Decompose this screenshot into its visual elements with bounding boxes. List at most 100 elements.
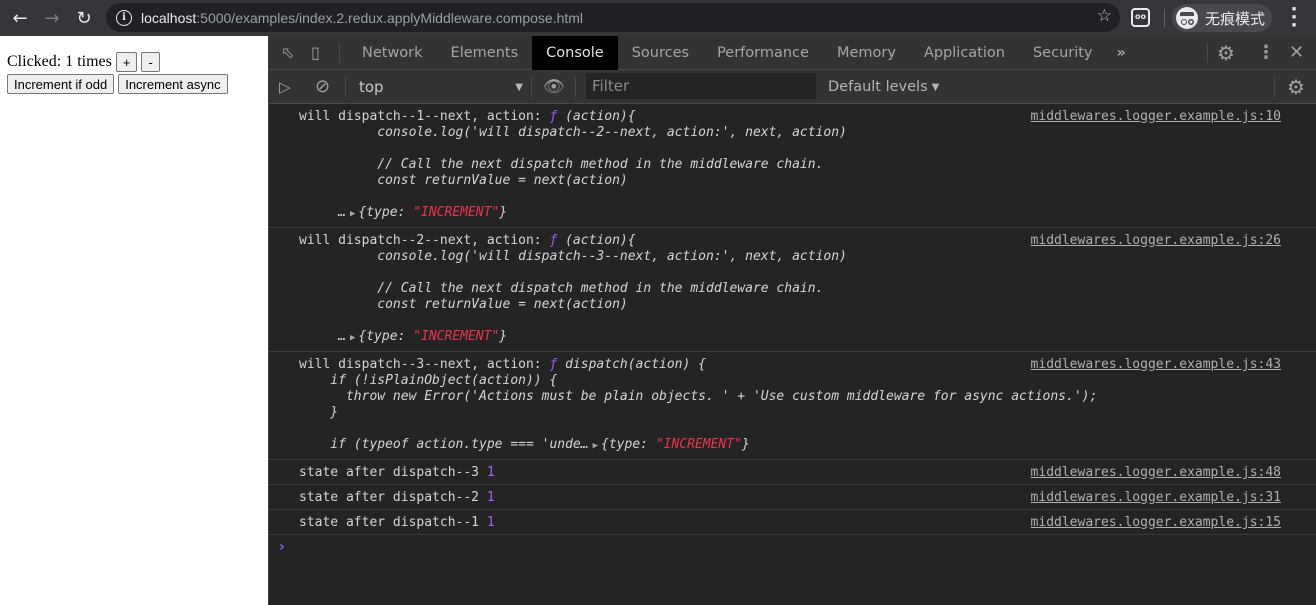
number-value: 1 xyxy=(486,515,495,530)
decrement-button[interactable]: - xyxy=(141,52,160,72)
prompt-chevron-icon: › xyxy=(279,539,285,555)
object-key[interactable]: {type: xyxy=(358,205,413,220)
url-host: localhost xyxy=(141,9,197,26)
message-line xyxy=(299,421,1276,437)
arrow-right-icon: → xyxy=(44,7,60,29)
clicked-prefix: Clicked: xyxy=(7,53,62,70)
tab-network[interactable]: Network xyxy=(348,36,437,70)
number-value: 1 xyxy=(486,465,495,480)
log-levels-select[interactable]: Default levels ▼ xyxy=(828,70,939,104)
source-link[interactable]: middlewares.logger.example.js:31 xyxy=(1031,490,1281,506)
incognito-badge[interactable]: 无痕模式 xyxy=(1172,4,1272,32)
tab-list: Network Elements Console Sources Performance… xyxy=(348,35,1107,70)
expand-triangle-icon[interactable]: ▶ xyxy=(350,209,355,219)
tab-performance[interactable]: Performance xyxy=(703,36,823,70)
eye-icon[interactable]: 👁 xyxy=(543,77,565,97)
console-toolbar: ▷ ⊘ top ▼ 👁 Default levels ▼ ⚙ xyxy=(269,70,1316,104)
code-text: (action){ xyxy=(557,109,636,124)
expand-triangle-icon[interactable]: ▶ xyxy=(593,441,598,451)
forward-button[interactable]: → xyxy=(36,2,68,34)
action-buttons: Increment if odd Increment async xyxy=(7,74,228,94)
context-value: top xyxy=(359,78,384,96)
object-key[interactable]: {type: xyxy=(358,329,413,344)
devtools-panel: ⬁ ▯ Network Elements Console Sources Perform… xyxy=(268,35,1316,605)
source-link[interactable]: middlewares.logger.example.js:26 xyxy=(1031,233,1281,249)
code-text: console.log('will dispatch--2--next, act… xyxy=(299,125,847,140)
message-line: // Call the next dispatch method in the … xyxy=(299,157,1276,173)
console-messages: will dispatch--1--next, action: ƒ (actio… xyxy=(269,104,1316,535)
vertical-dots-icon[interactable]: · · · xyxy=(1286,1,1302,35)
code-text: // Call the next dispatch method in the … xyxy=(299,281,824,296)
tab-sources[interactable]: Sources xyxy=(618,36,703,70)
incognito-label: 无痕模式 xyxy=(1205,9,1266,28)
browser-toolbar: ← → ↻ i localhost:5000/examples/index.2.… xyxy=(0,0,1316,36)
object-value[interactable]: "INCREMENT" xyxy=(656,437,742,452)
clicked-count: 1 xyxy=(65,53,74,70)
message-line: console.log('will dispatch--3--next, act… xyxy=(299,249,1276,265)
increment-async-button[interactable]: Increment async xyxy=(118,74,228,94)
devtools-tabbar: ⬁ ▯ Network Elements Console Sources Perform… xyxy=(269,35,1316,70)
code-text: if (!isPlainObject(action)) { xyxy=(299,373,558,388)
counter-line: Clicked: 1 times + - xyxy=(7,52,160,72)
toolbar-divider xyxy=(575,76,576,97)
object-key[interactable]: {type: xyxy=(601,437,656,452)
source-link[interactable]: middlewares.logger.example.js:10 xyxy=(1031,109,1281,125)
gear-icon[interactable]: ⚙ xyxy=(1217,41,1235,65)
message-line: if (!isPlainObject(action)) { xyxy=(299,373,1276,389)
message-line: const returnValue = next(action) xyxy=(299,173,1276,189)
close-icon[interactable]: ✕ xyxy=(1289,42,1304,63)
object-end: } xyxy=(741,437,750,452)
message-text: will dispatch--2--next, action: xyxy=(299,233,550,248)
device-toolbar-icon[interactable]: ▯ xyxy=(311,43,331,62)
message-text: state after dispatch--2 xyxy=(299,490,487,505)
code-text: … xyxy=(299,205,346,220)
arrow-left-icon: ← xyxy=(12,7,28,29)
object-value[interactable]: "INCREMENT" xyxy=(413,205,499,220)
incognito-icon xyxy=(1176,7,1198,29)
message-line: // Call the next dispatch method in the … xyxy=(299,281,1276,297)
code-text: if (typeof action.type === 'unde… xyxy=(299,437,589,452)
clicked-suffix: times xyxy=(77,53,112,70)
increment-button[interactable]: + xyxy=(115,52,138,72)
back-button[interactable]: ← xyxy=(4,2,36,34)
extension-icon[interactable] xyxy=(1131,8,1150,27)
dropdown-arrow-icon: ▼ xyxy=(515,81,523,93)
vertical-dots-icon[interactable]: ⋮ xyxy=(1257,42,1275,63)
inspect-element-icon[interactable]: ⬁ xyxy=(281,43,301,62)
sidebar-toggle-icon[interactable]: ▷ xyxy=(279,78,291,96)
code-text: const returnValue = next(action) xyxy=(299,173,628,188)
url-path: :5000/examples/index.2.redux.applyMiddle… xyxy=(196,9,584,26)
tab-application[interactable]: Application xyxy=(910,36,1019,70)
clear-console-icon[interactable]: ⊘ xyxy=(315,76,330,97)
tab-memory[interactable]: Memory xyxy=(823,36,910,70)
console-message: will dispatch--1--next, action: ƒ (actio… xyxy=(269,104,1316,228)
reload-button[interactable]: ↻ xyxy=(68,2,100,34)
number-value: 1 xyxy=(486,490,495,505)
info-icon[interactable]: i xyxy=(116,9,132,26)
console-message: state after dispatch--2 1 middlewares.log… xyxy=(269,485,1316,510)
filter-input[interactable] xyxy=(586,73,816,99)
message-line xyxy=(299,313,1276,329)
context-select[interactable]: top ▼ xyxy=(359,70,529,104)
increment-if-odd-button[interactable]: Increment if odd xyxy=(7,74,115,94)
address-bar[interactable]: i localhost:5000/examples/index.2.redux.… xyxy=(106,3,1120,32)
gear-icon[interactable]: ⚙ xyxy=(1287,75,1305,99)
message-line: } xyxy=(299,405,1276,421)
source-link[interactable]: middlewares.logger.example.js:48 xyxy=(1031,465,1281,481)
message-line: console.log('will dispatch--2--next, act… xyxy=(299,125,1276,141)
tab-elements[interactable]: Elements xyxy=(437,36,533,70)
toolbar-divider xyxy=(1164,9,1165,27)
toolbar-divider xyxy=(1274,76,1275,97)
star-icon[interactable]: ☆ xyxy=(1097,6,1112,26)
object-value[interactable]: "INCREMENT" xyxy=(413,329,499,344)
message-line: throw new Error('Actions must be plain o… xyxy=(299,389,1276,405)
object-end: } xyxy=(499,205,508,220)
message-line xyxy=(299,265,1276,281)
console-prompt[interactable]: › xyxy=(269,535,1316,559)
source-link[interactable]: middlewares.logger.example.js:43 xyxy=(1031,357,1281,373)
source-link[interactable]: middlewares.logger.example.js:15 xyxy=(1031,515,1281,531)
more-tabs-button[interactable]: » xyxy=(1107,36,1136,70)
tab-security[interactable]: Security xyxy=(1019,36,1107,70)
tab-console[interactable]: Console xyxy=(532,35,618,70)
expand-triangle-icon[interactable]: ▶ xyxy=(350,333,355,343)
